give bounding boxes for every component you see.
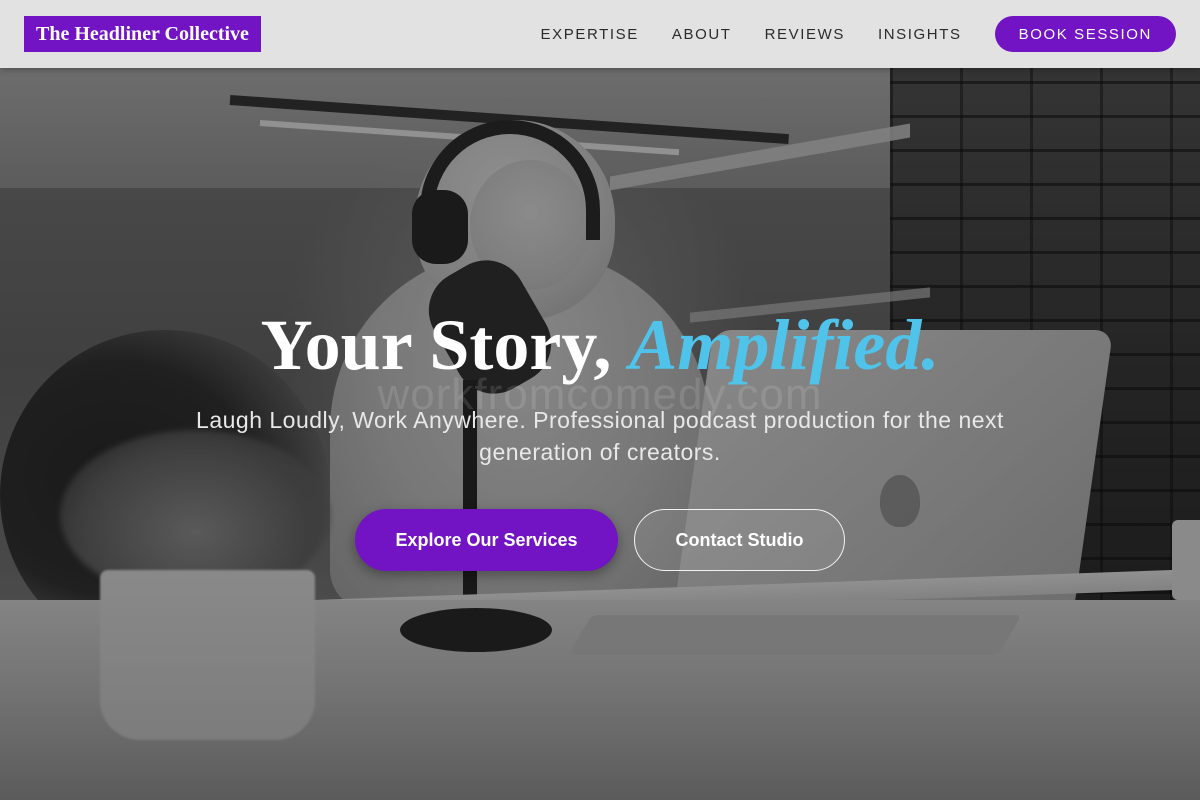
hero-cta-row: Explore Our Services Contact Studio <box>0 509 1200 571</box>
explore-services-button[interactable]: Explore Our Services <box>355 509 618 571</box>
headline-accent: Amplified. <box>629 305 940 385</box>
contact-studio-button[interactable]: Contact Studio <box>634 509 845 571</box>
headline-main: Your Story, <box>260 305 630 385</box>
hero-subtitle: Laugh Loudly, Work Anywhere. Professiona… <box>196 407 1004 465</box>
hero-section: Your Story, Amplified. Laugh Loudly, Wor… <box>0 0 1200 800</box>
hero-headline: Your Story, Amplified. <box>0 305 1200 385</box>
